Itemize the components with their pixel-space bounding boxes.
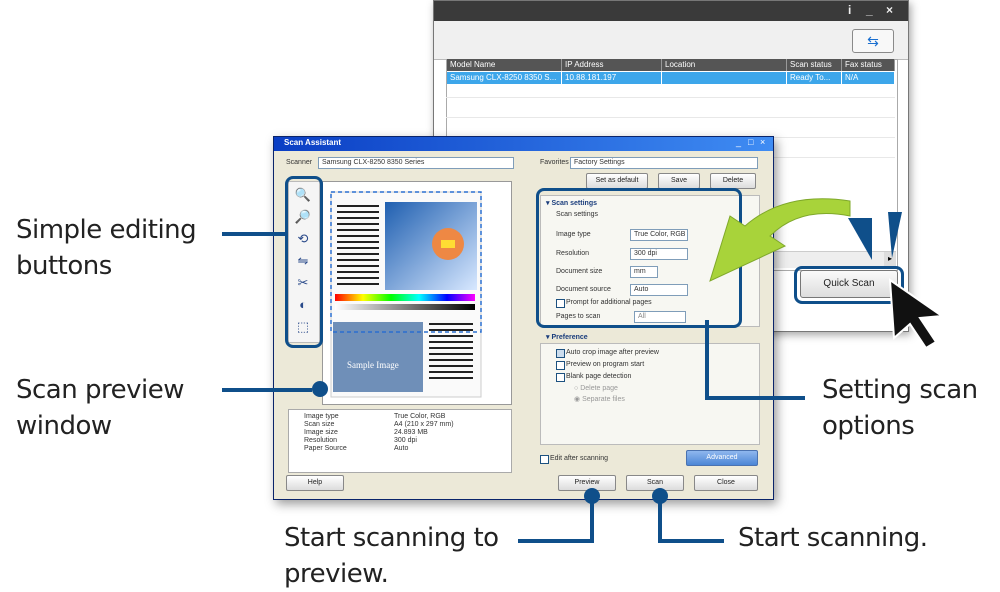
info-label: Image size	[304, 429, 338, 436]
settings-callout-hline	[705, 396, 805, 400]
edit-after-label: Edit after scanning	[550, 455, 608, 462]
start-scan-callout-text: Start scanning.	[738, 523, 928, 553]
column-model-name[interactable]: Model Name	[447, 59, 562, 71]
grid-line	[446, 117, 895, 118]
settings-callout-vline	[705, 320, 709, 398]
preview-callout-line	[222, 388, 312, 392]
preview-callout-line1: Scan preview	[16, 375, 184, 405]
toolbar: ⇆	[434, 21, 908, 60]
column-fax-status[interactable]: Fax status	[842, 59, 895, 71]
scan-btn-callout-vline	[658, 496, 662, 542]
editing-callout-line2: buttons	[16, 251, 112, 281]
info-icon[interactable]: i	[848, 3, 851, 17]
set-default-button[interactable]: Set as default	[586, 173, 648, 189]
favorites-select[interactable]: Factory Settings	[570, 157, 758, 169]
start-preview-callout-text: Start scanning to preview.	[284, 520, 499, 592]
row-scan-status[interactable]: Ready To...	[787, 72, 842, 84]
preview-btn-callout-vline	[590, 496, 594, 542]
minimize-icon[interactable]: _	[866, 3, 873, 17]
minimize-icon[interactable]: _	[736, 137, 741, 147]
save-button[interactable]: Save	[658, 173, 700, 189]
favorites-label: Favorites	[540, 159, 569, 166]
close-button[interactable]: Close	[694, 475, 758, 491]
row-fax-status[interactable]: N/A	[842, 72, 895, 84]
auto-crop-checkbox[interactable]	[556, 349, 565, 358]
preview-callout-line2: window	[16, 411, 112, 441]
maximize-icon[interactable]: □	[748, 137, 753, 147]
preview-on-start-label: Preview on program start	[566, 361, 645, 368]
column-ip-address[interactable]: IP Address	[562, 59, 662, 71]
grid-line	[446, 97, 895, 98]
preference-panel	[540, 343, 760, 445]
window-titlebar: i _ ×	[434, 1, 908, 21]
info-value: A4 (210 x 297 mm)	[394, 421, 454, 428]
editing-callout-text: Simple editing buttons	[16, 212, 197, 284]
settings-callout-line1: Setting scan	[822, 375, 978, 405]
preview-callout-dot	[312, 381, 328, 397]
info-value: 24.893 MB	[394, 429, 428, 436]
row-model-name[interactable]: Samsung CLX-8250 8350 S...	[447, 72, 562, 84]
window-title: Scan Assistant	[284, 138, 342, 147]
scan-btn-callout-hline	[658, 539, 724, 543]
delete-button[interactable]: Delete	[710, 173, 756, 189]
row-ip-address[interactable]: 10.88.181.197	[562, 72, 662, 84]
refresh-button[interactable]: ⇆	[852, 29, 894, 53]
editing-callout-line1: Simple editing	[16, 215, 197, 245]
info-value: Auto	[394, 445, 409, 452]
auto-crop-label: Auto crop image after preview	[566, 349, 659, 356]
preview-image	[330, 191, 482, 398]
mouse-cursor-icon	[888, 278, 945, 350]
delete-page-radio[interactable]: ○ Delete page	[574, 385, 618, 392]
scan-preview-window[interactable]: Sample Image	[322, 181, 512, 405]
info-label: Resolution	[304, 437, 338, 444]
scanner-select[interactable]: Samsung CLX-8250 8350 Series	[318, 157, 514, 169]
blank-page-label: Blank page detection	[566, 373, 632, 380]
window-titlebar: Scan Assistant _ □ ×	[274, 137, 773, 151]
help-button[interactable]: Help	[286, 475, 344, 491]
info-value: 300 dpi	[394, 437, 417, 444]
close-icon[interactable]: ×	[886, 3, 893, 17]
info-value: True Color, RGB	[394, 413, 446, 420]
editing-callout-line	[222, 232, 288, 236]
info-label: Image type	[304, 413, 339, 420]
close-icon[interactable]: ×	[760, 137, 765, 147]
info-label: Paper Source	[304, 445, 347, 452]
edit-after-checkbox[interactable]	[540, 455, 549, 464]
pointer-triangles-icon	[848, 212, 902, 260]
column-location[interactable]: Location	[662, 59, 787, 71]
start-preview-callout-line1: Start scanning to	[284, 523, 499, 553]
preview-on-start-checkbox[interactable]	[556, 361, 565, 370]
green-arrow-icon	[709, 198, 851, 282]
editing-buttons-highlight	[285, 176, 323, 348]
preview-callout-text: Scan preview window	[16, 372, 184, 444]
sample-image-label: Sample Image	[347, 360, 399, 370]
advanced-button[interactable]: Advanced	[686, 450, 758, 466]
settings-callout-text: Setting scan options	[822, 372, 978, 444]
scanner-label: Scanner	[286, 159, 313, 166]
preview-btn-callout-hline	[518, 539, 594, 543]
separate-files-radio[interactable]: ◉ Separate files	[574, 395, 625, 403]
info-label: Scan size	[304, 421, 335, 428]
row-location[interactable]	[662, 72, 787, 84]
start-preview-callout-line2: preview.	[284, 559, 389, 589]
settings-callout-line2: options	[822, 411, 915, 441]
column-scan-status[interactable]: Scan status	[787, 59, 842, 71]
refresh-icon: ⇆	[867, 33, 879, 49]
preference-header[interactable]: ▾ Preference	[546, 333, 588, 341]
blank-page-checkbox[interactable]	[556, 373, 565, 382]
